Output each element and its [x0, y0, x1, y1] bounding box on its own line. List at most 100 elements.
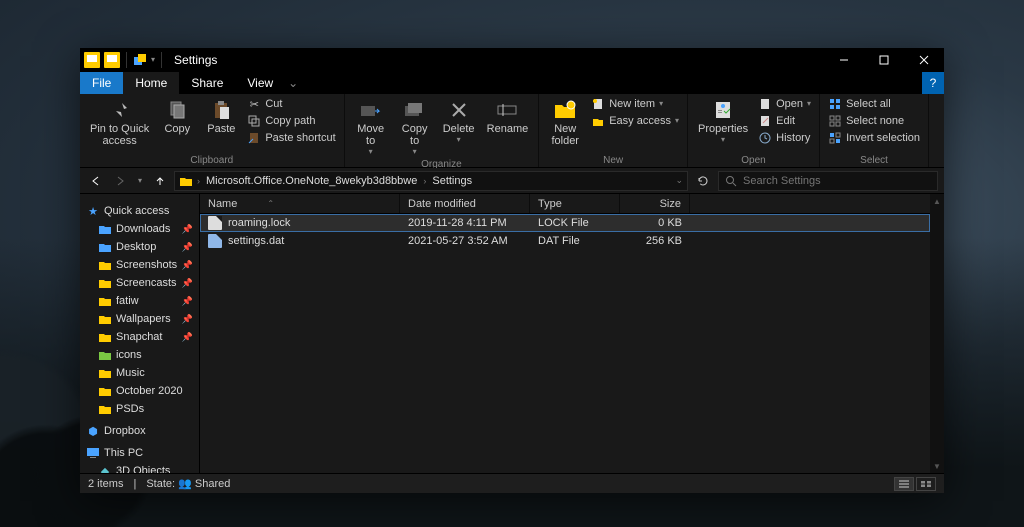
open-icon [758, 97, 772, 111]
status-separator: | [133, 478, 136, 490]
select-all-button[interactable]: Select all [826, 96, 922, 112]
select-all-icon [828, 97, 842, 111]
column-type[interactable]: Type [530, 194, 620, 213]
separator [126, 52, 127, 68]
details-view-button[interactable] [894, 477, 914, 491]
sidebar-item[interactable]: Wallpapers📌 [80, 310, 199, 328]
copy-to-button[interactable]: Copy to▾ [395, 96, 435, 158]
sidebar-item[interactable]: Desktop📌 [80, 238, 199, 256]
dropbox-icon: ⬢ [86, 424, 100, 438]
column-date[interactable]: Date modified [400, 194, 530, 213]
paste-button[interactable]: Paste [201, 96, 241, 137]
maximize-button[interactable] [864, 48, 904, 72]
tab-file[interactable]: File [80, 72, 123, 94]
chevron-right-icon[interactable]: › [423, 176, 426, 186]
vertical-scrollbar[interactable]: ▲ ▼ [930, 194, 944, 473]
sidebar-item[interactable]: Downloads📌 [80, 220, 199, 238]
cut-button[interactable]: ✂Cut [245, 96, 337, 112]
search-box[interactable] [718, 171, 938, 191]
new-item-button[interactable]: New item ▾ [589, 96, 681, 112]
edit-label: Edit [776, 115, 795, 127]
open-button[interactable]: Open ▾ [756, 96, 813, 112]
sidebar-item[interactable]: fatiw📌 [80, 292, 199, 310]
rename-button[interactable]: Rename [483, 96, 533, 137]
refresh-button[interactable] [692, 171, 714, 191]
copy-button[interactable]: Copy [157, 96, 197, 137]
recent-locations-button[interactable]: ▾ [134, 171, 146, 191]
window-controls [824, 48, 944, 72]
group-open: Properties▾ Open ▾ Edit History Open [688, 94, 820, 167]
column-headers[interactable]: Name⌃ Date modified Type Size [200, 194, 930, 214]
help-button[interactable]: ? [922, 72, 944, 94]
address-bar[interactable]: › Microsoft.Office.OneNote_8wekyb3d8bbwe… [174, 171, 688, 191]
sidebar-item[interactable]: October 2020 [80, 382, 199, 400]
pc-icon [86, 446, 100, 460]
easy-access-icon [591, 114, 605, 128]
address-dropdown-icon[interactable]: ⌄ [675, 175, 683, 186]
minimize-button[interactable] [824, 48, 864, 72]
table-row[interactable]: settings.dat2021-05-27 3:52 AMDAT File25… [200, 232, 930, 250]
forward-button[interactable] [110, 171, 130, 191]
close-button[interactable] [904, 48, 944, 72]
history-button[interactable]: History [756, 130, 813, 146]
tab-share[interactable]: Share [179, 72, 235, 94]
sidebar-this-pc[interactable]: This PC [80, 444, 199, 462]
state-label: State: [146, 478, 175, 490]
sidebar-item[interactable]: icons [80, 346, 199, 364]
sidebar-item[interactable]: Snapchat📌 [80, 328, 199, 346]
sidebar-item[interactable]: Screenshots📌 [80, 256, 199, 274]
paste-shortcut-button[interactable]: Paste shortcut [245, 130, 337, 146]
group-select: Select all Select none Invert selection … [820, 94, 929, 167]
sidebar-dropbox[interactable]: ⬢Dropbox [80, 422, 199, 440]
select-all-label: Select all [846, 98, 891, 110]
invert-selection-icon [828, 131, 842, 145]
easy-access-button[interactable]: Easy access ▾ [589, 113, 681, 129]
sidebar-3d-objects[interactable]: ◆3D Objects [80, 462, 199, 473]
ribbon-collapse-icon[interactable]: ⌄ [285, 72, 301, 94]
properties-icon[interactable] [133, 53, 147, 67]
folder-icon [98, 258, 112, 272]
properties-button[interactable]: Properties▾ [694, 96, 752, 146]
group-label-open: Open [694, 154, 813, 166]
tab-view[interactable]: View [235, 72, 285, 94]
thumbnails-view-button[interactable] [916, 477, 936, 491]
select-none-button[interactable]: Select none [826, 113, 922, 129]
tab-home[interactable]: Home [123, 72, 179, 94]
sidebar-item[interactable]: PSDs [80, 400, 199, 418]
up-button[interactable] [150, 171, 170, 191]
people-icon: 👥 [178, 478, 192, 490]
sidebar-item[interactable]: Screencasts📌 [80, 274, 199, 292]
breadcrumb-segment[interactable]: Settings [430, 175, 474, 187]
edit-button[interactable]: Edit [756, 113, 813, 129]
titlebar[interactable]: ▾ Settings [80, 48, 944, 72]
chevron-right-icon[interactable]: › [197, 176, 200, 186]
scroll-down-icon[interactable]: ▼ [933, 459, 941, 473]
column-name[interactable]: Name⌃ [200, 194, 400, 213]
search-input[interactable] [743, 175, 931, 187]
move-to-button[interactable]: Move to▾ [351, 96, 391, 158]
sidebar-item[interactable]: Music [80, 364, 199, 382]
file-rows[interactable]: roaming.lock2019-11-28 4:11 PMLOCK File0… [200, 214, 930, 473]
new-folder-button[interactable]: New folder [545, 96, 585, 149]
back-button[interactable] [86, 171, 106, 191]
sidebar-item-label: Music [116, 367, 145, 379]
scroll-up-icon[interactable]: ▲ [933, 194, 941, 208]
group-label-select: Select [826, 154, 922, 166]
copy-path-button[interactable]: Copy path [245, 113, 337, 129]
pin-to-quick-access-button[interactable]: Pin to Quick access [86, 96, 153, 149]
move-to-label: Move to [357, 123, 384, 147]
sidebar-quick-access[interactable]: ★Quick access [80, 202, 199, 220]
delete-button[interactable]: Delete▾ [439, 96, 479, 146]
table-row[interactable]: roaming.lock2019-11-28 4:11 PMLOCK File0… [200, 214, 930, 232]
navigation-pane[interactable]: ★Quick access Downloads📌Desktop📌Screensh… [80, 194, 200, 473]
column-size[interactable]: Size [620, 194, 690, 213]
copy-path-label: Copy path [265, 115, 315, 127]
sidebar-label: This PC [104, 447, 143, 459]
qat-menu-icon[interactable]: ▾ [151, 56, 155, 64]
chevron-down-icon: ▾ [369, 148, 373, 156]
group-new: New folder New item ▾ Easy access ▾ New [539, 94, 688, 167]
file-list-area: Name⌃ Date modified Type Size roaming.lo… [200, 194, 930, 473]
invert-selection-button[interactable]: Invert selection [826, 130, 922, 146]
pin-icon: 📌 [182, 278, 193, 289]
breadcrumb-segment[interactable]: Microsoft.Office.OneNote_8wekyb3d8bbwe [204, 175, 419, 187]
